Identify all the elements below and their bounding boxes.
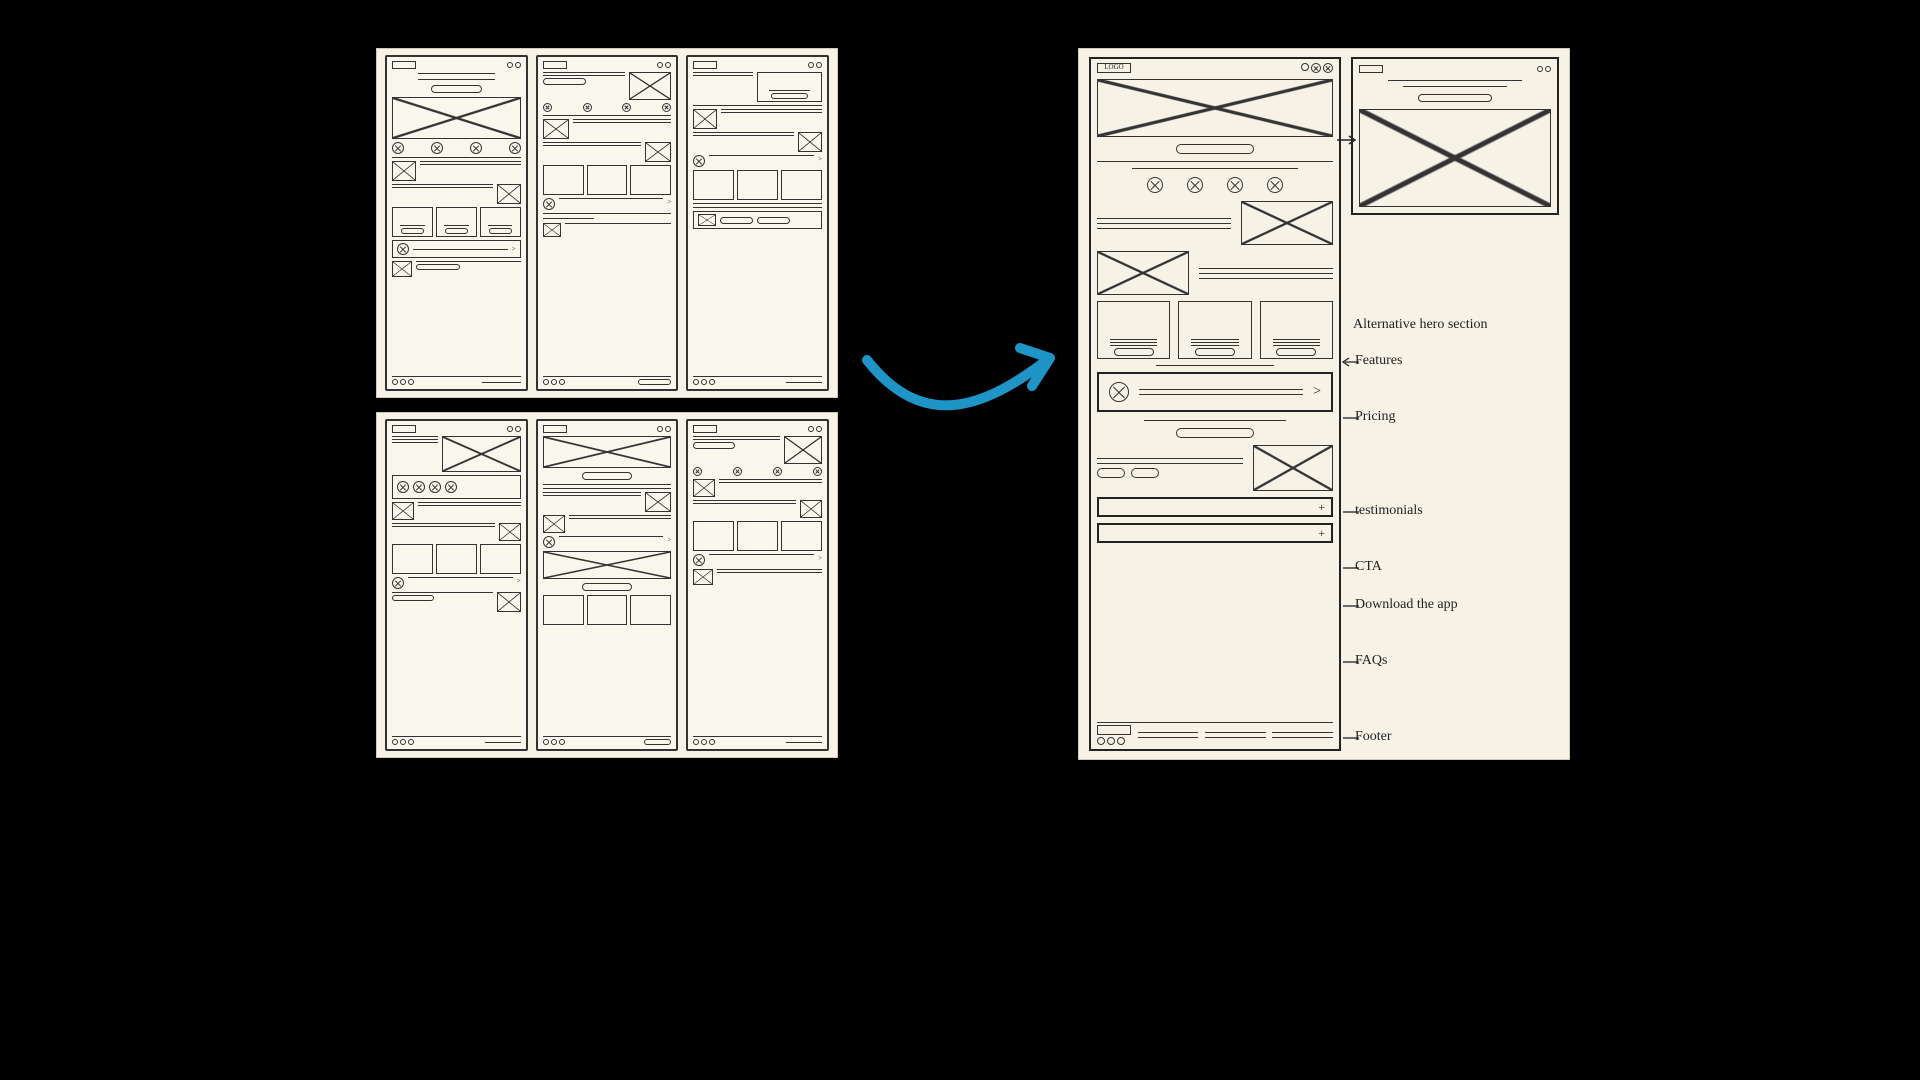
sketch-thumb: > bbox=[686, 55, 829, 391]
annotation-label: Pricing bbox=[1355, 409, 1395, 425]
final-wireframe: LOGO bbox=[1089, 57, 1341, 751]
alt-hero-wireframe bbox=[1351, 57, 1559, 215]
testimonial-banner: > bbox=[1097, 372, 1333, 412]
sketch-thumb: > bbox=[536, 55, 679, 391]
annotation-label: Download the app bbox=[1355, 597, 1458, 613]
plus-icon: + bbox=[1318, 526, 1325, 541]
result-sketch-sheet: LOGO bbox=[1078, 48, 1570, 760]
sketch-thumb: > bbox=[385, 55, 528, 391]
footer-row bbox=[1097, 722, 1333, 745]
next-arrow-icon: > bbox=[1313, 384, 1321, 400]
annotation-label: FAQs bbox=[1355, 653, 1387, 669]
faq-item: + bbox=[1097, 497, 1333, 517]
annotation-label: Footer bbox=[1355, 729, 1392, 745]
faq-item: + bbox=[1097, 523, 1333, 543]
annotation-label: Alternative hero section bbox=[1353, 317, 1488, 333]
feature-row bbox=[1097, 201, 1333, 245]
hero-cta-button bbox=[1176, 144, 1254, 154]
download-row bbox=[1097, 445, 1333, 491]
annotation-label: testimonials bbox=[1355, 503, 1423, 519]
sketch-thumb: > bbox=[385, 419, 528, 751]
window-controls-icon bbox=[1301, 63, 1333, 73]
input-sketches-row-1: > > bbox=[376, 48, 838, 398]
feature-row bbox=[1097, 251, 1333, 295]
plus-icon: + bbox=[1318, 500, 1325, 515]
sketch-thumb: > bbox=[686, 419, 829, 751]
pricing-cards bbox=[1097, 301, 1333, 359]
feature-icons-row bbox=[1097, 177, 1333, 193]
app-image-placeholder bbox=[1253, 445, 1333, 491]
avatar-icon bbox=[1109, 382, 1129, 402]
annotation-label: Features bbox=[1355, 353, 1402, 369]
sketch-thumb: > bbox=[536, 419, 679, 751]
flow-arrow-icon bbox=[862, 330, 1062, 430]
input-sketches-row-2: > > bbox=[376, 412, 838, 758]
logo-box: LOGO bbox=[1097, 63, 1131, 73]
annotation-label: CTA bbox=[1355, 559, 1382, 575]
cta-button bbox=[1176, 428, 1254, 438]
variant-arrow-icon bbox=[1335, 133, 1359, 152]
hero-image-placeholder bbox=[1097, 79, 1333, 137]
